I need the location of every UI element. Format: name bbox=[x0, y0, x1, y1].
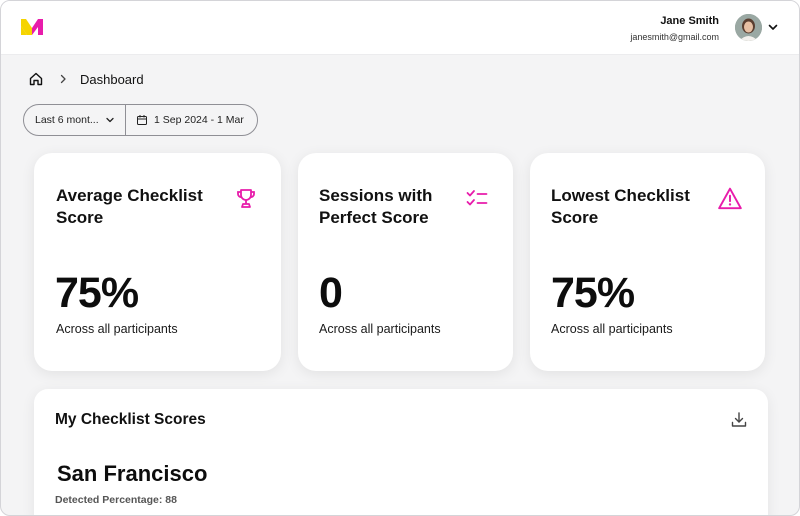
detected-percentage: Detected Percentage: 88 bbox=[55, 494, 177, 506]
user-name: Jane Smith bbox=[660, 15, 719, 27]
warning-icon bbox=[718, 187, 742, 210]
user-email: janesmith@gmail.com bbox=[630, 32, 719, 42]
chevron-right-icon bbox=[60, 74, 66, 84]
card-title: Lowest Checklist Score bbox=[551, 186, 690, 227]
date-range-label: 1 Sep 2024 - 1 Mar bbox=[154, 114, 244, 126]
checklist-scores-panel: My Checklist Scores San Francisco Detect… bbox=[34, 389, 768, 515]
card-subtitle: Across all participants bbox=[551, 322, 673, 336]
card-title: Average Checklist Score bbox=[56, 186, 203, 227]
range-select[interactable]: Last 6 mont... bbox=[24, 105, 126, 135]
avatar-photo bbox=[735, 14, 762, 41]
average-score-card: Average Checklist Score 75% Across all p… bbox=[34, 153, 281, 371]
card-value: 0 bbox=[319, 269, 343, 317]
checklist-icon bbox=[466, 190, 488, 206]
range-label: Last 6 mont... bbox=[35, 114, 99, 126]
panel-title: My Checklist Scores bbox=[55, 411, 206, 428]
app-window: Jane Smith janesmith@gmail.com Dashboard… bbox=[0, 0, 800, 516]
download-icon[interactable] bbox=[730, 411, 748, 429]
top-bar: Jane Smith janesmith@gmail.com bbox=[1, 1, 799, 55]
date-filter: Last 6 mont... 1 Sep 2024 - 1 Mar bbox=[23, 104, 258, 136]
card-subtitle: Across all participants bbox=[319, 322, 441, 336]
card-title: Sessions with Perfect Score bbox=[319, 186, 433, 227]
perfect-sessions-card: Sessions with Perfect Score 0 Across all… bbox=[298, 153, 513, 371]
card-value: 75% bbox=[55, 269, 139, 317]
breadcrumb-current: Dashboard bbox=[80, 71, 144, 87]
trophy-icon bbox=[237, 189, 255, 208]
brand-logo[interactable] bbox=[21, 17, 43, 37]
calendar-icon bbox=[137, 115, 147, 125]
lowest-score-card: Lowest Checklist Score 75% Across all pa… bbox=[530, 153, 765, 371]
user-info[interactable]: Jane Smith janesmith@gmail.com bbox=[630, 14, 719, 44]
avatar[interactable] bbox=[735, 14, 762, 41]
card-subtitle: Across all participants bbox=[56, 322, 178, 336]
chevron-down-icon bbox=[105, 117, 114, 123]
date-range-picker[interactable]: 1 Sep 2024 - 1 Mar bbox=[126, 114, 244, 126]
breadcrumb: Dashboard bbox=[28, 69, 144, 89]
card-value: 75% bbox=[551, 269, 635, 317]
chevron-down-icon[interactable] bbox=[767, 21, 779, 33]
home-icon[interactable] bbox=[28, 71, 44, 87]
location-name: San Francisco bbox=[57, 461, 208, 486]
